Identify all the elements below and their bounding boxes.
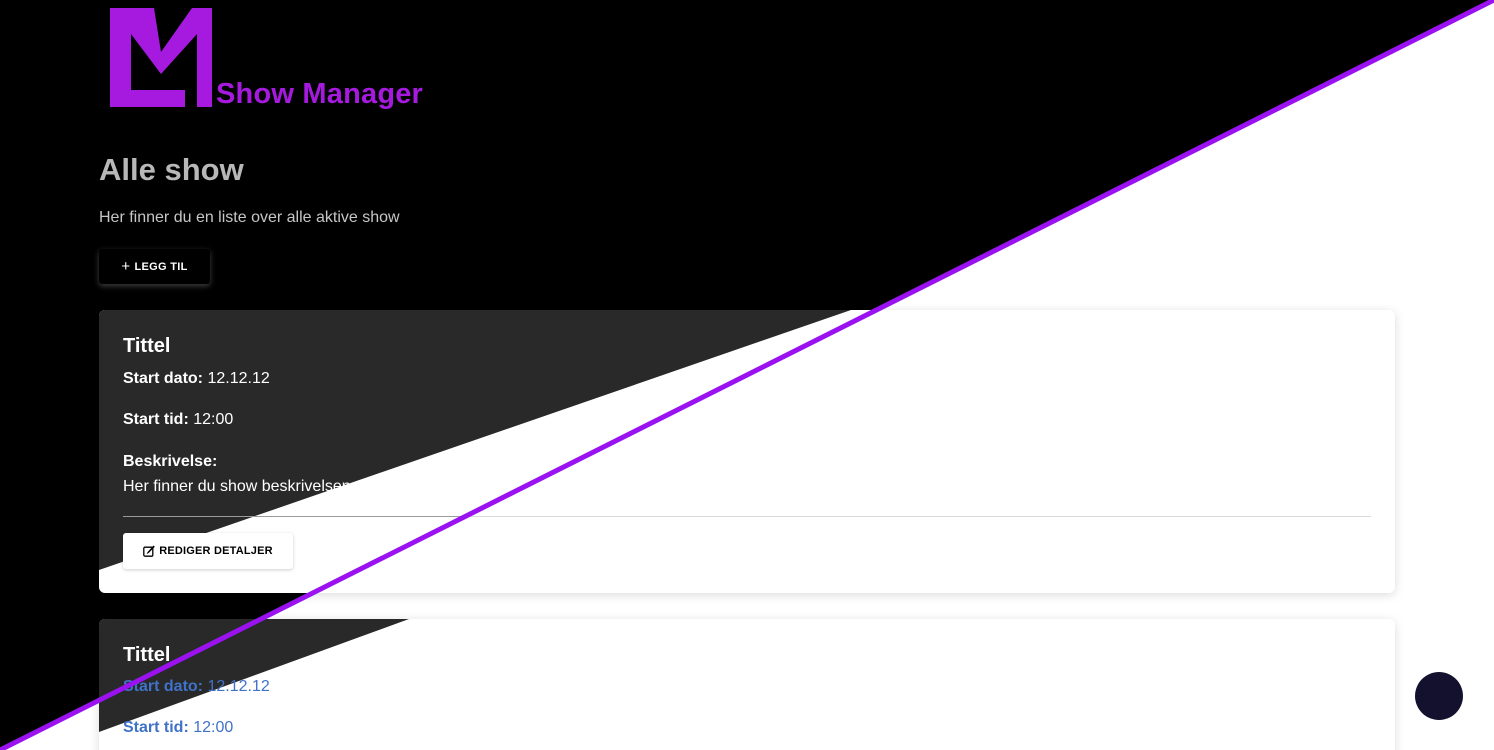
start-date-value: 12.12.12 [207, 370, 270, 387]
start-date-label: Start dato: [123, 370, 203, 387]
floating-action-button[interactable] [1415, 672, 1463, 720]
edit-details-label: REDIGER DETALJER [159, 545, 273, 557]
show-start-time: Start tid: 12:00 [123, 411, 233, 429]
start-time-label: Start tid: [123, 719, 189, 736]
start-time-value: 12:00 [193, 719, 234, 736]
page-subtitle: Her finner du en liste over alle aktive … [99, 209, 400, 226]
page-title: Alle show [99, 152, 244, 187]
show-start-date: Start dato: 12.12.12 [123, 678, 270, 696]
start-time-value: 12:00 [193, 411, 234, 428]
description-label: Beskrivelse: [123, 453, 218, 470]
edit-details-button[interactable]: REDIGER DETALJER [123, 533, 293, 569]
show-start-time: Start tid: 12:00 [123, 719, 233, 737]
show-title: Tittel [123, 644, 171, 666]
show-title: Tittel [123, 335, 171, 357]
show-start-date: Start dato: 12.12.12 [123, 370, 270, 388]
logo-text: Show Manager [216, 78, 424, 110]
show-card: Tittel Start dato: 12.12.12 Start tid: 1… [99, 619, 1395, 750]
card-dark-region [99, 310, 851, 570]
card-dark-region [99, 619, 409, 732]
show-card: Tittel Start dato: 12.12.12 Start tid: 1… [99, 310, 1395, 593]
card-divider [123, 516, 1371, 517]
plus-icon: + [121, 258, 131, 275]
add-show-button[interactable]: + LEGG TIL [99, 249, 210, 284]
start-date-value: 12.12.12 [207, 678, 270, 695]
description-text: Her finner du show beskrivelsen [123, 478, 351, 495]
start-time-label: Start tid: [123, 411, 189, 428]
start-date-label: Start dato: [123, 678, 203, 695]
add-show-label: LEGG TIL [134, 260, 188, 273]
edit-icon [143, 545, 156, 557]
